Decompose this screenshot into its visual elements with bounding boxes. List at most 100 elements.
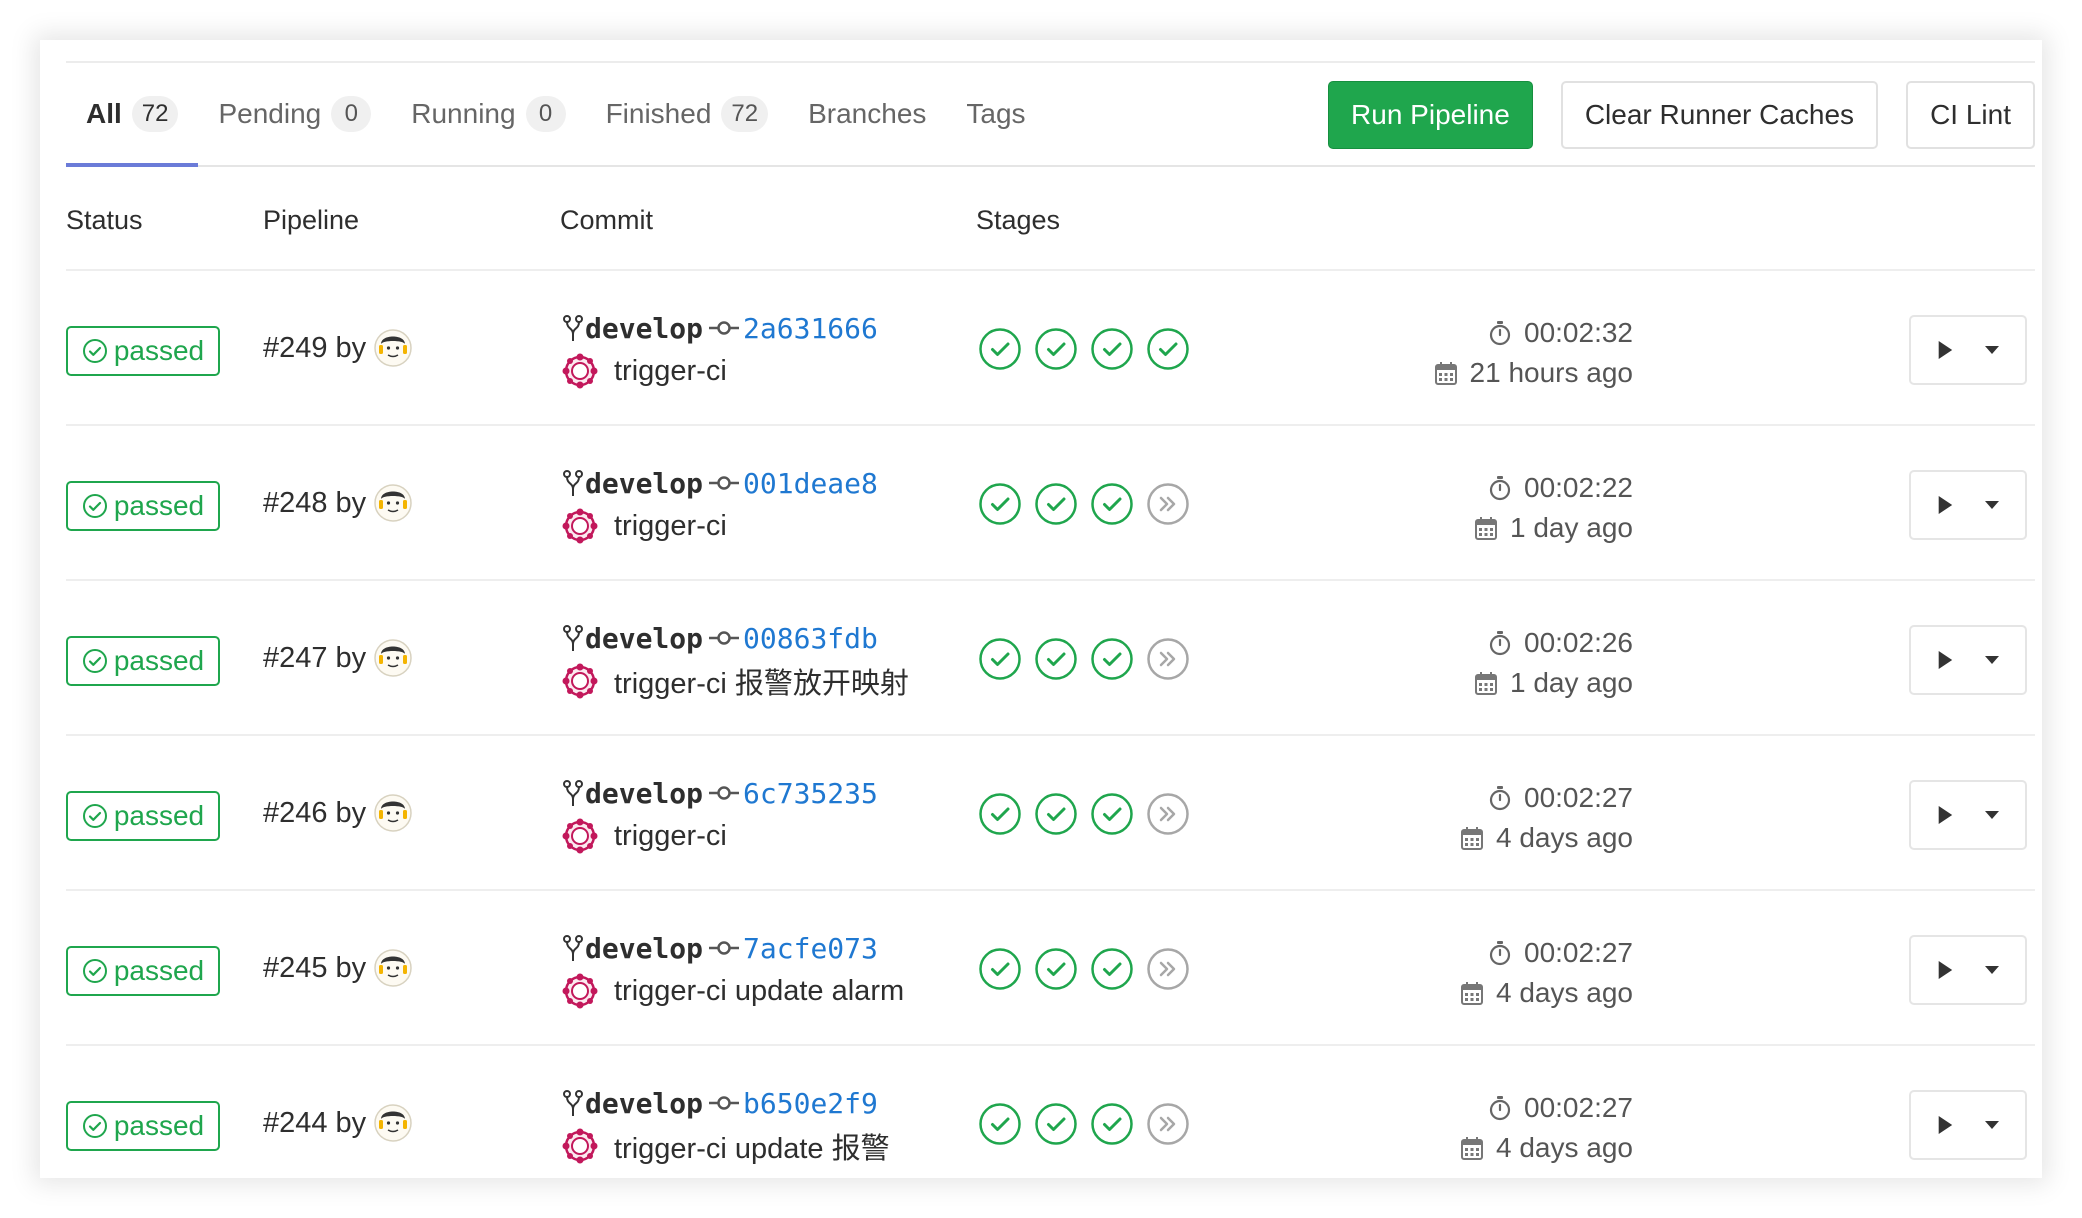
- caret-down-icon[interactable]: [1972, 640, 2012, 680]
- commit-icon: [709, 938, 740, 958]
- stage-skipped-icon[interactable]: [1146, 947, 1190, 991]
- stage-skipped-icon[interactable]: [1146, 1102, 1190, 1146]
- stage-success-icon[interactable]: [978, 792, 1022, 836]
- ci-lint-button[interactable]: CI Lint: [1906, 81, 2035, 149]
- commit-message-link[interactable]: trigger-ci: [614, 355, 727, 388]
- user-avatar[interactable]: [374, 329, 412, 367]
- user-avatar[interactable]: [374, 1104, 412, 1142]
- scope-tabs: All 72 Pending 0 Running 0 Finished 72 Branches T…: [66, 63, 1046, 167]
- stage-skipped-icon[interactable]: [1146, 637, 1190, 681]
- branch-ref-link[interactable]: develop: [585, 777, 703, 810]
- finished-time-text: 1 day ago: [1510, 667, 1633, 698]
- manual-actions-dropdown: [1909, 1090, 2027, 1160]
- caret-down-icon[interactable]: [1972, 795, 2012, 835]
- calendar-icon: [1460, 825, 1496, 851]
- stage-success-icon[interactable]: [978, 327, 1022, 371]
- user-avatar[interactable]: [374, 949, 412, 987]
- commit-sha-link[interactable]: 7acfe073: [743, 932, 878, 965]
- stage-success-icon[interactable]: [1034, 327, 1078, 371]
- clear-runner-caches-button[interactable]: Clear Runner Caches: [1560, 81, 1879, 149]
- stage-success-icon[interactable]: [1034, 792, 1078, 836]
- commit-message-link[interactable]: trigger-ci: [614, 510, 727, 543]
- tab-label: All: [86, 98, 122, 129]
- status-badge[interactable]: passed: [66, 946, 220, 996]
- finished-time-text: 4 days ago: [1496, 822, 1633, 853]
- status-badge[interactable]: passed: [66, 1101, 220, 1151]
- user-avatar[interactable]: [374, 484, 412, 522]
- commit-author-avatar[interactable]: [562, 353, 598, 389]
- user-avatar[interactable]: [374, 794, 412, 832]
- stage-success-icon[interactable]: [1034, 1102, 1078, 1146]
- tab-all[interactable]: All 72: [66, 63, 199, 167]
- pipeline-id-link[interactable]: #247: [263, 642, 328, 675]
- stage-success-icon[interactable]: [978, 482, 1022, 526]
- tab-label: Branches: [808, 98, 927, 129]
- status-badge[interactable]: passed: [66, 481, 220, 531]
- user-avatar[interactable]: [374, 639, 412, 677]
- commit-author-avatar[interactable]: [562, 508, 598, 544]
- status-badge[interactable]: passed: [66, 636, 220, 686]
- stage-success-icon[interactable]: [978, 947, 1022, 991]
- stage-success-icon[interactable]: [1090, 947, 1134, 991]
- status-badge[interactable]: passed: [66, 791, 220, 841]
- caret-down-icon[interactable]: [1972, 485, 2012, 525]
- stage-skipped-icon[interactable]: [1146, 792, 1190, 836]
- stage-success-icon[interactable]: [1090, 792, 1134, 836]
- tab-finished[interactable]: Finished 72: [586, 63, 789, 165]
- commit-message-link[interactable]: trigger-ci 报警放开映射: [614, 660, 909, 702]
- commit-sha-link[interactable]: 6c735235: [743, 777, 878, 810]
- commit-message-link[interactable]: trigger-ci update alarm: [614, 975, 904, 1008]
- run-pipeline-button[interactable]: Run Pipeline: [1328, 81, 1533, 149]
- play-icon[interactable]: [1925, 1105, 1965, 1145]
- commit-sha-link[interactable]: 2a631666: [743, 312, 878, 345]
- commit-icon: [709, 1093, 740, 1113]
- pipeline-id-link[interactable]: #248: [263, 487, 328, 520]
- stage-success-icon[interactable]: [1090, 327, 1134, 371]
- tab-label: Tags: [966, 98, 1026, 129]
- stage-success-icon[interactable]: [1090, 482, 1134, 526]
- play-icon[interactable]: [1925, 485, 1965, 525]
- commit-message-link[interactable]: trigger-ci: [614, 820, 727, 853]
- commit-author-avatar[interactable]: [562, 1128, 598, 1164]
- calendar-icon: [1460, 980, 1496, 1006]
- commit-author-avatar[interactable]: [562, 663, 598, 699]
- stage-success-icon[interactable]: [1034, 482, 1078, 526]
- tab-tags[interactable]: Tags: [946, 63, 1045, 165]
- stage-success-icon[interactable]: [1090, 1102, 1134, 1146]
- tab-running[interactable]: Running 0: [391, 63, 585, 165]
- stage-skipped-icon[interactable]: [1146, 482, 1190, 526]
- caret-down-icon[interactable]: [1972, 950, 2012, 990]
- stage-success-icon[interactable]: [1034, 637, 1078, 681]
- stage-success-icon[interactable]: [1146, 327, 1190, 371]
- tab-pending[interactable]: Pending 0: [198, 63, 391, 165]
- branch-ref-link[interactable]: develop: [585, 467, 703, 500]
- pipeline-by-label: by: [335, 1106, 367, 1139]
- commit-sha-link[interactable]: b650e2f9: [743, 1087, 878, 1120]
- play-icon[interactable]: [1925, 330, 1965, 370]
- pipeline-stages: [978, 327, 1190, 371]
- status-badge[interactable]: passed: [66, 326, 220, 376]
- play-icon[interactable]: [1925, 795, 1965, 835]
- caret-down-icon[interactable]: [1972, 1105, 2012, 1145]
- commit-author-avatar[interactable]: [562, 818, 598, 854]
- commit-author-avatar[interactable]: [562, 973, 598, 1009]
- branch-ref-link[interactable]: develop: [585, 312, 703, 345]
- stage-success-icon[interactable]: [1034, 947, 1078, 991]
- commit-sha-link[interactable]: 00863fdb: [743, 622, 878, 655]
- pipeline-id-link[interactable]: #246: [263, 797, 328, 830]
- caret-down-icon[interactable]: [1972, 330, 2012, 370]
- commit-sha-link[interactable]: 001deae8: [743, 467, 878, 500]
- pipeline-id-link[interactable]: #245: [263, 952, 328, 985]
- branch-ref-link[interactable]: develop: [585, 932, 703, 965]
- stage-success-icon[interactable]: [978, 637, 1022, 681]
- play-icon[interactable]: [1925, 640, 1965, 680]
- stage-success-icon[interactable]: [978, 1102, 1022, 1146]
- pipeline-id-link[interactable]: #249: [263, 332, 328, 365]
- branch-ref-link[interactable]: develop: [585, 622, 703, 655]
- branch-ref-link[interactable]: develop: [585, 1087, 703, 1120]
- pipeline-id-link[interactable]: #244: [263, 1107, 328, 1140]
- stage-success-icon[interactable]: [1090, 637, 1134, 681]
- tab-branches[interactable]: Branches: [788, 63, 946, 165]
- play-icon[interactable]: [1925, 950, 1965, 990]
- commit-message-link[interactable]: trigger-ci update 报警: [614, 1125, 890, 1167]
